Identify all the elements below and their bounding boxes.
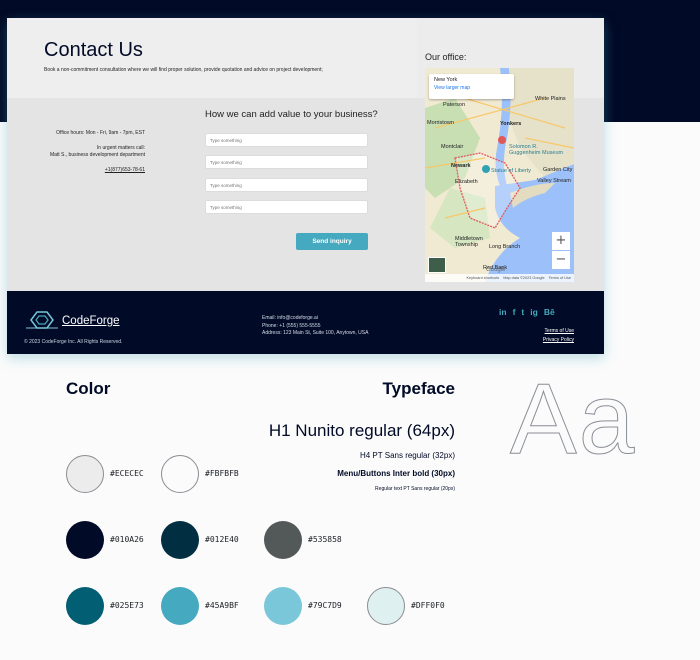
color-swatch-label: #012E40 [205,535,239,544]
office-label: Our office: [425,52,467,62]
svg-text:Montclair: Montclair [441,144,463,150]
svg-text:Morristown: Morristown [427,120,454,126]
svg-text:White Plains: White Plains [535,96,566,102]
footer-phone: Phone: +1 (555) 555-5555 [262,322,321,329]
color-swatch-label: #025E73 [110,601,144,610]
page-subtitle: Book a non-commitment consultation where… [44,67,323,73]
svg-text:Statue of Liberty: Statue of Liberty [491,168,531,174]
zoom-in-button[interactable]: + [552,232,570,250]
color-swatch-label: #DFF0F0 [411,601,445,610]
keyboard-shortcuts-link[interactable]: Keyboard shortcuts [466,276,499,280]
color-swatch-label: #535858 [308,535,342,544]
color-swatch-label: #45A9BF [205,601,239,610]
social-links: in f t ig Bē [499,307,555,317]
h1-sample: H1 Nunito regular (64px) [268,421,455,440]
footer-contact: Email: info@codeforge.ai Phone: +1 (555)… [262,315,368,338]
svg-text:Yonkers: Yonkers [500,121,521,127]
privacy-link[interactable]: Privacy Policy [543,337,574,343]
map-info-popup: New York View larger map [429,74,514,99]
h4-sample: H4 PT Sans regular (32px) [359,451,455,460]
color-swatch [161,587,199,625]
svg-text:Elizabeth: Elizabeth [455,179,478,185]
color-section-title: Color [66,379,111,398]
typeface-section-title: Typeface [382,379,455,398]
office-map[interactable]: Yonkers White Plains Solomon R. Guggenhe… [425,68,574,282]
typeface-aa-glyphs: Aa [509,363,637,476]
footer-email: Email: info@codeforge.ai [262,315,318,321]
send-inquiry-button[interactable]: Send inquiry [296,233,368,250]
footer-address: Address: 123 Main St, Suite 100, Anytown… [262,330,369,336]
phone-link[interactable]: +1(877)653-78-61 [27,167,145,174]
linkedin-icon[interactable]: in [499,307,507,317]
office-info: Office hours: Mon - Fri, 9am - 7pm, EST … [27,130,145,174]
svg-text:Township: Township [455,242,478,248]
twitter-icon[interactable]: t [521,307,524,317]
svg-text:Garden City: Garden City [543,167,573,173]
map-city-label: New York [434,77,458,83]
brand-name[interactable]: CodeForge [62,315,120,327]
inquiry-field-4[interactable] [205,200,368,214]
color-swatch [66,521,104,559]
inquiry-field-2[interactable] [205,155,368,169]
contact-header: Contact Us Book a non-commitment consult… [7,18,417,98]
svg-text:Newark: Newark [451,163,472,169]
contact-page-mockup: Contact Us Book a non-commitment consult… [7,18,604,354]
color-swatch-label: #ECECEC [110,469,144,478]
color-swatch-label: #010A26 [110,535,144,544]
form-heading: How we can add value to your business? [205,109,378,120]
svg-text:Paterson: Paterson [443,102,465,108]
contact-person: Matt S., business development department [49,152,145,158]
copyright: © 2023 CodeForge Inc. All Rights Reserve… [24,339,123,345]
color-swatch [161,521,199,559]
inquiry-field-3[interactable] [205,178,368,192]
color-swatch-label: #FBFBFB [205,469,239,478]
color-swatch-label: #79C7D9 [308,601,342,610]
google-logo: Google [486,267,506,273]
instagram-icon[interactable]: ig [530,307,538,317]
inquiry-field-1[interactable] [205,133,368,147]
office-hours: Office hours: Mon - Fri, 9am - 7pm, EST [56,130,145,136]
color-swatch [66,455,104,493]
map-data-label: Map data ©2023 Google [503,276,545,280]
menu-buttons-sample: Menu/Buttons Inter bold (30px) [337,469,455,478]
facebook-icon[interactable]: f [513,307,516,317]
view-larger-map-link[interactable]: View larger map [434,85,509,91]
map-terms-link[interactable]: Terms of Use [549,276,571,280]
svg-text:Long Branch: Long Branch [489,244,520,250]
color-swatch [66,587,104,625]
site-footer: CodeForge © 2023 CodeForge Inc. All Righ… [7,291,604,354]
svg-text:Guggenheim Museum: Guggenheim Museum [509,150,564,156]
behance-icon[interactable]: Bē [544,307,555,317]
page-title: Contact Us [44,39,143,61]
urgent-label: In urgent matters call: [96,145,145,151]
color-swatch [367,587,405,625]
map-attribution: Keyboard shortcuts Map data ©2023 Google… [425,274,574,282]
codeforge-logo-icon [26,311,58,329]
regular-text-sample: Regular text PT Sans regular (20px) [375,486,455,492]
zoom-out-button[interactable]: − [552,251,570,269]
terms-link[interactable]: Terms of Use [545,328,574,334]
color-swatch [161,455,199,493]
color-swatch [264,587,302,625]
svg-text:Valley Stream: Valley Stream [537,178,571,184]
color-swatch [264,521,302,559]
street-view-thumbnail[interactable] [428,257,446,273]
